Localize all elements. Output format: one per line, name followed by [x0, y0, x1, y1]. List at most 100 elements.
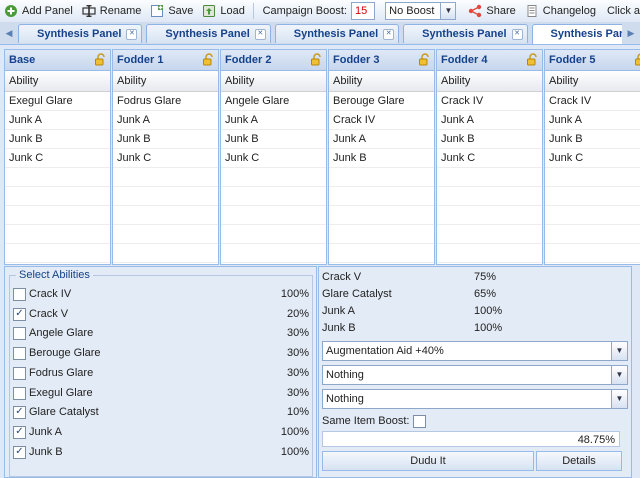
ability-cell[interactable]: Junk B: [545, 130, 640, 149]
ability-cell[interactable]: Junk B: [5, 130, 110, 149]
ability-cell[interactable]: [545, 225, 640, 244]
ability-cell[interactable]: Junk B: [221, 130, 326, 149]
ability-cell[interactable]: Berouge Glare: [329, 92, 434, 111]
boost-select[interactable]: No Boost ▼: [385, 2, 456, 20]
ability-option[interactable]: Fodrus Glare30%: [13, 363, 309, 383]
tab-scroll-right-icon[interactable]: ▶: [624, 25, 638, 41]
ability-cell[interactable]: [329, 206, 434, 225]
ability-cell[interactable]: [437, 206, 542, 225]
ability-checkbox[interactable]: ✓: [13, 446, 26, 459]
ability-cell[interactable]: Crack IV: [437, 92, 542, 111]
ability-cell[interactable]: [545, 206, 640, 225]
ability-cell[interactable]: [5, 168, 110, 187]
ability-cell[interactable]: Junk A: [5, 111, 110, 130]
tab-synthesis-panel-1[interactable]: Synthesis Panel✕: [18, 24, 142, 43]
ability-cell[interactable]: [437, 168, 542, 187]
ability-option[interactable]: ✓Crack V20%: [13, 304, 309, 324]
ability-column-header[interactable]: Ability: [329, 71, 434, 92]
load-button[interactable]: Load: [198, 1, 249, 21]
close-icon[interactable]: ✕: [255, 29, 266, 40]
ability-cell[interactable]: Junk A: [545, 111, 640, 130]
lock-icon[interactable]: [634, 53, 640, 73]
campaign-boost-input[interactable]: 15: [351, 2, 375, 20]
ability-cell[interactable]: Junk A: [113, 111, 218, 130]
ability-cell[interactable]: [329, 244, 434, 263]
ability-option[interactable]: ✓Glare Catalyst10%: [13, 402, 309, 422]
lock-icon[interactable]: [94, 53, 107, 73]
ability-option[interactable]: ✓Junk A100%: [13, 422, 309, 442]
ability-cell[interactable]: [221, 168, 326, 187]
ability-cell[interactable]: Exegul Glare: [5, 92, 110, 111]
ability-cell[interactable]: [113, 187, 218, 206]
ability-cell[interactable]: Angele Glare: [221, 92, 326, 111]
ability-cell[interactable]: [113, 168, 218, 187]
changelog-button[interactable]: Changelog: [521, 1, 601, 21]
ability-checkbox[interactable]: [13, 367, 26, 380]
ability-cell[interactable]: Junk A: [437, 111, 542, 130]
augmentation-aid-select[interactable]: Augmentation Aid +40% ▼: [322, 341, 628, 361]
ability-column-header[interactable]: Ability: [221, 71, 326, 92]
ability-option[interactable]: Exegul Glare30%: [13, 383, 309, 403]
ability-cell[interactable]: Junk B: [437, 130, 542, 149]
ability-cell[interactable]: [113, 244, 218, 263]
ability-cell[interactable]: [5, 244, 110, 263]
ability-checkbox[interactable]: [13, 387, 26, 400]
ability-cell[interactable]: [329, 225, 434, 244]
ability-cell[interactable]: [545, 168, 640, 187]
tab-synthesis-panel-4[interactable]: Synthesis Panel✕: [403, 24, 527, 43]
ability-cell[interactable]: Junk A: [329, 130, 434, 149]
same-item-boost-checkbox[interactable]: [413, 415, 426, 428]
ability-checkbox[interactable]: ✓: [13, 406, 26, 419]
ability-cell[interactable]: Junk C: [437, 149, 542, 168]
rename-button[interactable]: Rename: [78, 1, 147, 21]
lock-icon[interactable]: [418, 53, 431, 73]
ability-cell[interactable]: [545, 187, 640, 206]
ability-checkbox[interactable]: [13, 327, 26, 340]
ability-cell[interactable]: [221, 244, 326, 263]
ability-cell[interactable]: [221, 225, 326, 244]
ability-cell[interactable]: [221, 187, 326, 206]
ability-cell[interactable]: [221, 206, 326, 225]
ability-column-header[interactable]: Ability: [113, 71, 218, 92]
ability-cell[interactable]: Junk B: [329, 149, 434, 168]
details-button[interactable]: Details: [536, 451, 622, 471]
ability-cell[interactable]: Junk C: [221, 149, 326, 168]
ability-checkbox[interactable]: ✓: [13, 308, 26, 321]
tab-scroll-left-icon[interactable]: ◀: [2, 25, 16, 41]
ability-checkbox[interactable]: [13, 288, 26, 301]
close-icon[interactable]: ✕: [512, 29, 523, 40]
ability-cell[interactable]: Crack IV: [329, 111, 434, 130]
lock-icon[interactable]: [310, 53, 323, 73]
ability-column-header[interactable]: Ability: [5, 71, 110, 92]
close-icon[interactable]: ✕: [383, 29, 394, 40]
ability-column-header[interactable]: Ability: [545, 71, 640, 92]
ability-cell[interactable]: [113, 225, 218, 244]
ability-cell[interactable]: Junk B: [113, 130, 218, 149]
ability-cell[interactable]: [437, 187, 542, 206]
ability-cell[interactable]: [437, 225, 542, 244]
ability-option[interactable]: Crack IV100%: [13, 284, 309, 304]
ability-cell[interactable]: [437, 244, 542, 263]
lock-icon[interactable]: [526, 53, 539, 73]
ability-checkbox[interactable]: [13, 347, 26, 360]
tab-synthesis-panel-2[interactable]: Synthesis Panel✕: [146, 24, 270, 43]
dudu-it-button[interactable]: Dudu It: [322, 451, 534, 471]
ability-cell[interactable]: Crack IV: [545, 92, 640, 111]
ability-cell[interactable]: [545, 244, 640, 263]
lock-icon[interactable]: [202, 53, 215, 73]
share-button[interactable]: Share: [464, 1, 520, 21]
add-panel-button[interactable]: Add Panel: [0, 1, 78, 21]
ability-cell[interactable]: Junk C: [113, 149, 218, 168]
ability-cell[interactable]: Junk C: [5, 149, 110, 168]
ability-cell[interactable]: [5, 206, 110, 225]
boost-item-select-1[interactable]: Nothing ▼: [322, 365, 628, 385]
ability-option[interactable]: Angele Glare30%: [13, 323, 309, 343]
boost-item-select-2[interactable]: Nothing ▼: [322, 389, 628, 409]
ability-cell[interactable]: [113, 206, 218, 225]
close-icon[interactable]: ✕: [126, 29, 137, 40]
ability-option[interactable]: Berouge Glare30%: [13, 343, 309, 363]
ability-cell[interactable]: Fodrus Glare: [113, 92, 218, 111]
ability-checkbox[interactable]: ✓: [13, 426, 26, 439]
ability-cell[interactable]: [5, 225, 110, 244]
ability-cell[interactable]: Junk C: [545, 149, 640, 168]
